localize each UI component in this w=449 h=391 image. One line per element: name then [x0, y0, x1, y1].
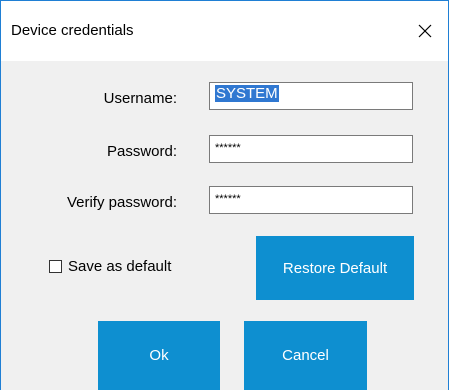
- password-value: ******: [215, 142, 241, 154]
- password-input[interactable]: ******: [209, 135, 413, 163]
- verify-password-input[interactable]: ******: [209, 186, 413, 214]
- verify-password-value: ******: [215, 193, 241, 205]
- close-button[interactable]: [406, 13, 444, 49]
- verify-password-label: Verify password:: [66, 194, 177, 211]
- save-default-option[interactable]: Save as default: [49, 258, 171, 275]
- save-default-checkbox[interactable]: [49, 260, 62, 273]
- username-label: Username:: [103, 90, 177, 107]
- close-icon: [418, 24, 432, 38]
- username-value: SYSTEM: [215, 85, 279, 102]
- restore-default-button[interactable]: Restore Default: [256, 236, 414, 300]
- dialog-window: Device credentials Username: SYSTEM Pass…: [0, 0, 449, 390]
- title-bar: Device credentials: [1, 1, 448, 61]
- password-label: Password:: [106, 143, 177, 160]
- ok-button[interactable]: Ok: [98, 321, 220, 390]
- save-default-label: Save as default: [68, 258, 172, 275]
- username-input[interactable]: SYSTEM: [209, 82, 413, 110]
- dialog-title: Device credentials: [11, 22, 134, 39]
- cancel-button[interactable]: Cancel: [244, 321, 367, 390]
